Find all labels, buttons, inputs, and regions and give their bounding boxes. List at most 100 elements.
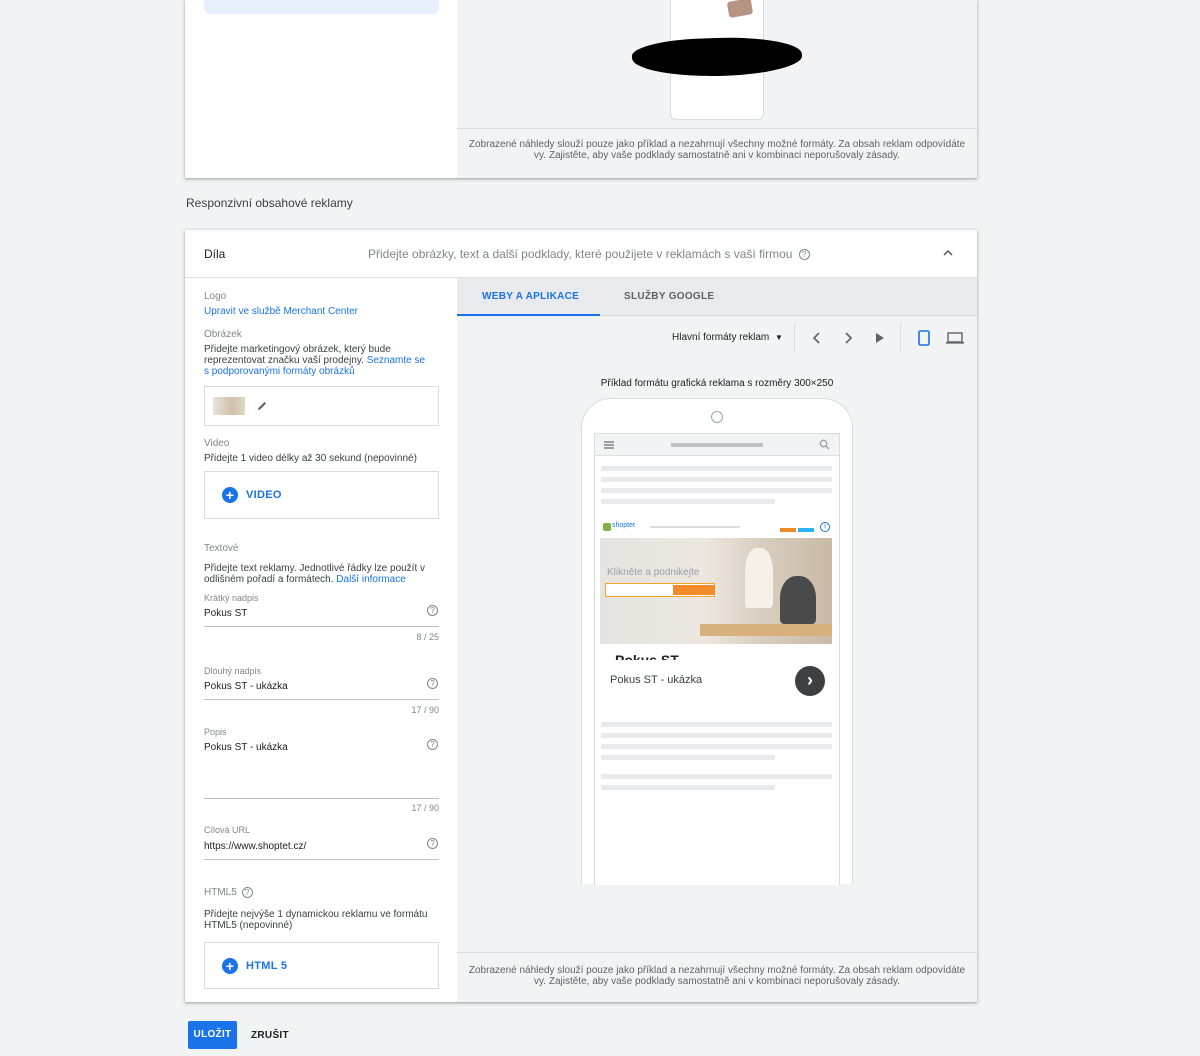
image-description: Přidejte marketingový obrázek, který bud…	[204, 344, 429, 377]
desktop-device-icon[interactable]	[946, 332, 964, 344]
tab-web-and-apps[interactable]: WEBY A APLIKACE	[482, 291, 579, 302]
chevron-left-icon[interactable]	[812, 332, 822, 344]
ad-search-field	[605, 583, 715, 597]
short-headline-input[interactable]: Pokus ST	[204, 608, 247, 619]
preview-disclaimer-line-1: Zobrazené náhledy slouží pouze jako přík…	[468, 965, 966, 976]
card-description: Přidejte obrázky, text a další podklady,…	[368, 247, 810, 261]
placeholder-line	[601, 488, 832, 493]
ad-long-headline-row[interactable]: Pokus ST - ukázka ›	[595, 660, 839, 704]
long-headline-underline	[204, 699, 439, 700]
add-html5-button[interactable]: + HTML 5	[222, 958, 287, 974]
url-label: Cílová URL	[204, 825, 251, 835]
long-headline-counter: 17 / 90	[411, 705, 439, 715]
preview-example-title: Příklad formátu grafická reklama s rozmě…	[600, 378, 834, 389]
ad-brand: shoptet	[612, 522, 635, 529]
description-help-icon[interactable]: ?	[427, 739, 438, 750]
arrow-right-icon[interactable]: ›	[795, 666, 825, 696]
video-asset-box: + VIDEO	[204, 471, 439, 519]
phone-camera	[711, 411, 723, 423]
format-select[interactable]: Hlavní formáty reklam ▼	[672, 332, 783, 343]
cancel-button[interactable]: ZRUŠIT	[251, 1030, 289, 1041]
placeholder-line	[601, 466, 832, 471]
long-headline-label: Dlouhý nadpis	[204, 666, 262, 676]
ad-nav-line	[650, 526, 740, 528]
html5-description: Přidejte nejvýše 1 dynamickou reklamu ve…	[204, 909, 428, 931]
add-video-button[interactable]: + VIDEO	[222, 487, 282, 503]
ad-photo-desk	[700, 624, 832, 636]
placeholder-line	[601, 477, 832, 482]
url-underline	[204, 859, 439, 860]
text-label: Textové	[204, 543, 239, 554]
image-asset-box	[204, 386, 439, 426]
display-ad-preview[interactable]: shoptet i Klikněte a podnikejte Pokus ST	[600, 518, 832, 672]
divider	[457, 128, 977, 129]
card-title: Díla	[204, 247, 226, 261]
placeholder-line	[601, 733, 832, 738]
description-underline	[204, 798, 439, 799]
description-counter: 17 / 90	[411, 803, 439, 813]
html5-asset-box: + HTML 5	[204, 942, 439, 989]
asset-form: Logo Upravit ve službě Merchant Center O…	[185, 278, 457, 1002]
pencil-icon[interactable]	[256, 400, 268, 412]
menu-icon	[604, 441, 614, 443]
url-help-icon[interactable]: ?	[427, 838, 438, 849]
mock-url-line	[671, 443, 763, 447]
placeholder-line	[601, 744, 832, 749]
long-headline-help-icon[interactable]: ?	[427, 678, 438, 689]
redaction-scribble	[631, 35, 803, 79]
previous-card-preview-pane: Zobrazené náhledy slouží pouze jako přík…	[457, 0, 977, 178]
previous-card-highlight	[204, 0, 439, 14]
help-circle-icon[interactable]: ?	[798, 249, 810, 260]
description-input[interactable]: Pokus ST - ukázka	[204, 742, 288, 753]
divider	[457, 952, 977, 953]
ad-header: shoptet i	[600, 518, 832, 538]
chevron-up-icon[interactable]	[941, 246, 955, 260]
info-icon[interactable]: i	[820, 522, 830, 532]
short-headline-underline	[204, 626, 439, 627]
html5-help-icon[interactable]: ?	[241, 887, 253, 898]
video-label: Video	[204, 438, 230, 449]
long-headline-input[interactable]: Pokus ST - ukázka	[204, 681, 288, 692]
assets-card-header[interactable]: Díla Přidejte obrázky, text a další podk…	[185, 230, 977, 278]
plus-circle-icon: +	[222, 487, 238, 503]
final-url-input[interactable]: https://www.shoptet.cz/	[204, 841, 306, 852]
placeholder-line	[601, 499, 775, 504]
previous-card-left-pane	[185, 0, 457, 178]
add-video-label: VIDEO	[246, 489, 282, 501]
toolbar-divider	[794, 324, 795, 352]
preview-disclaimer-line-1: Zobrazené náhledy slouží pouze jako přík…	[468, 139, 966, 150]
phone-preview: shoptet i Klikněte a podnikejte Pokus ST	[581, 398, 853, 885]
placeholder-line	[601, 722, 832, 727]
save-button[interactable]: ULOŽIT	[188, 1021, 237, 1049]
preview-tabs: WEBY A APLIKACE SLUŽBY GOOGLE	[457, 278, 977, 316]
description-label: Popis	[204, 727, 227, 737]
tab-google-services[interactable]: SLUŽBY GOOGLE	[624, 291, 714, 302]
image-thumbnail[interactable]	[213, 397, 245, 415]
ad-search-button	[673, 585, 715, 595]
card-description-text: Přidejte obrázky, text a další podklady,…	[368, 247, 793, 261]
shoptet-logo-icon	[603, 523, 611, 531]
merchant-center-link[interactable]: Upravit ve službě Merchant Center	[204, 306, 429, 317]
more-info-link[interactable]: Další informace	[336, 574, 405, 585]
short-headline-label: Krátký nadpis	[204, 593, 259, 603]
section-title: Responzivní obsahové reklamy	[186, 196, 353, 210]
plus-circle-icon: +	[222, 958, 238, 974]
ad-hero-text: Klikněte a podnikejte	[607, 567, 700, 578]
image-label: Obrázek	[204, 329, 242, 340]
text-description: Přidejte text reklamy. Jednotlivé řádky …	[204, 563, 429, 585]
mobile-device-icon[interactable]	[918, 330, 930, 346]
format-select-value: Hlavní formáty reklam	[672, 332, 770, 343]
placeholder-line	[601, 755, 775, 760]
phone-screen: shoptet i Klikněte a podnikejte Pokus ST	[594, 433, 840, 885]
add-html5-label: HTML 5	[246, 960, 288, 972]
ad-preview-pane: WEBY A APLIKACE SLUŽBY GOOGLE Hlavní for…	[457, 278, 977, 1002]
html5-label: HTML5 ?	[204, 887, 253, 898]
short-headline-counter: 8 / 25	[416, 632, 439, 642]
image-description-text: Přidejte marketingový obrázek, který bud…	[204, 344, 391, 366]
ad-photo-person	[745, 548, 773, 608]
play-icon[interactable]	[875, 332, 885, 344]
video-description: Přidejte 1 video délky až 30 sekund (nep…	[204, 453, 417, 464]
chevron-right-icon[interactable]	[843, 332, 853, 344]
short-headline-help-icon[interactable]: ?	[427, 605, 438, 616]
placeholder-line	[601, 785, 775, 790]
